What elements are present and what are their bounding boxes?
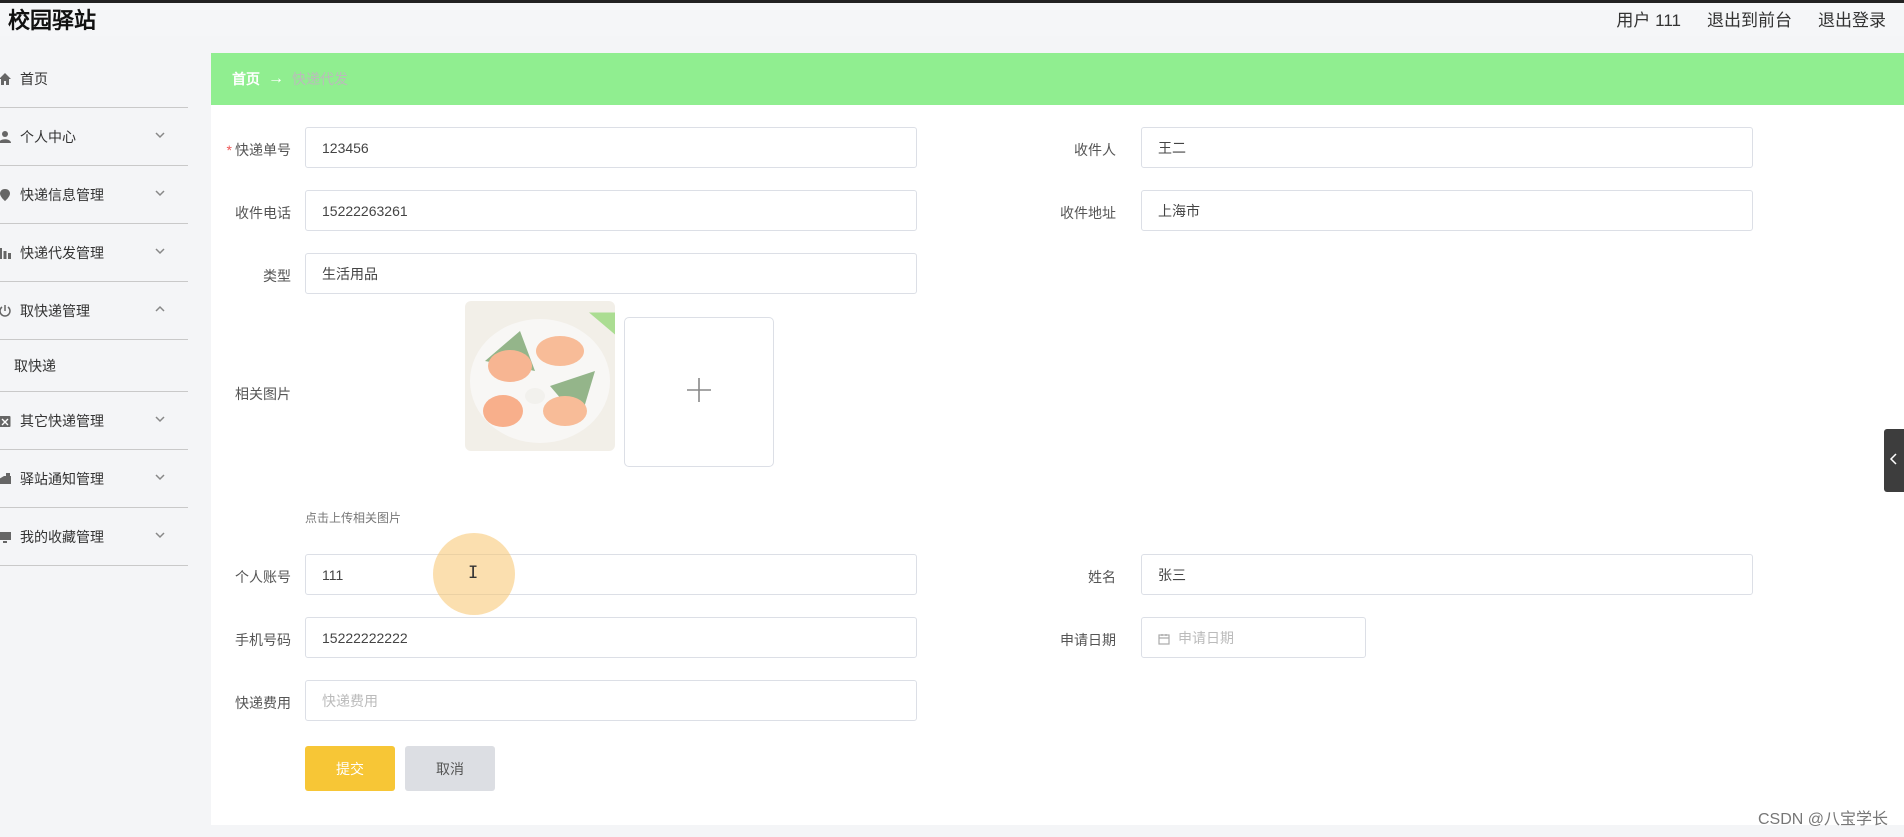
- chevron-down-icon: [154, 128, 166, 140]
- phone-input[interactable]: 15222263261: [305, 190, 917, 231]
- box-icon: [0, 414, 12, 428]
- name-input[interactable]: 张三: [1141, 554, 1753, 595]
- chevron-up-icon: [154, 302, 166, 314]
- sidebar-item-label: 驿站通知管理: [20, 470, 104, 487]
- mobile-input[interactable]: 15222222222: [305, 617, 917, 658]
- sidebar-item-label: 取快递管理: [20, 302, 90, 319]
- back-to-front-link[interactable]: 退出到前台: [1707, 6, 1792, 31]
- text-cursor-icon: I: [468, 563, 479, 583]
- logout-link[interactable]: 退出登录: [1818, 6, 1886, 31]
- type-input[interactable]: 生活用品: [305, 253, 917, 294]
- user-icon: [0, 130, 12, 144]
- image-label: 相关图片: [235, 386, 291, 402]
- tracking-no-label: * 快递单号: [226, 142, 291, 158]
- apply-date-placeholder: 申请日期: [1178, 629, 1234, 646]
- sidebar-item-favorites[interactable]: 我的收藏管理: [0, 508, 188, 566]
- sidebar-item-label: 快递信息管理: [20, 186, 104, 203]
- current-user: 用户 111: [1616, 11, 1681, 30]
- sidebar-item-label: 我的收藏管理: [20, 528, 104, 545]
- name-label: 姓名: [1088, 569, 1116, 585]
- sidebar-item-label: 快递代发管理: [20, 244, 104, 261]
- check-icon: [589, 301, 615, 335]
- chevron-left-icon: [1889, 452, 1899, 470]
- chevron-down-icon: [154, 528, 166, 540]
- main-content: 首页 → 快递代发 * 快递单号 123456 收件人 王二 收件电话 15222…: [211, 53, 1904, 825]
- sidebar-item-home[interactable]: 首页: [0, 50, 188, 108]
- mobile-label: 手机号码: [235, 632, 291, 648]
- address-label: 收件地址: [1060, 205, 1116, 221]
- apply-date-label: 申请日期: [1060, 632, 1116, 648]
- upload-button[interactable]: [624, 317, 774, 467]
- upload-tip: 点击上传相关图片: [305, 511, 402, 525]
- fee-input[interactable]: 快递费用: [305, 680, 917, 721]
- calendar-icon: [1158, 632, 1170, 645]
- monitor-icon: [0, 530, 12, 544]
- tracking-no-input[interactable]: 123456: [305, 127, 917, 168]
- sidebar-subitem-pickup[interactable]: 取快递: [0, 340, 188, 392]
- arrow-right-icon: →: [268, 70, 284, 87]
- required-mark: *: [226, 142, 232, 158]
- sidebar-item-personal-center[interactable]: 个人中心: [0, 108, 188, 166]
- chevron-down-icon: [154, 412, 166, 424]
- home-icon: [0, 72, 12, 86]
- breadcrumb-home[interactable]: 首页: [232, 69, 260, 89]
- sidebar: 首页 个人中心 快递信息管理 快递代发管理 取快递管理 取快递 其它快递管理 驿…: [0, 50, 188, 566]
- chevron-down-icon: [154, 470, 166, 482]
- top-nav: 用户 111 退出到前台 退出登录: [1616, 6, 1886, 31]
- sidebar-item-notice[interactable]: 驿站通知管理: [0, 450, 188, 508]
- bell-icon: [0, 472, 12, 486]
- plus-icon: [685, 376, 713, 409]
- sidebar-item-pickup[interactable]: 取快递管理: [0, 282, 188, 340]
- sidebar-item-express-info[interactable]: 快递信息管理: [0, 166, 188, 224]
- uploaded-image[interactable]: [465, 301, 615, 451]
- chevron-down-icon: [154, 244, 166, 256]
- recipient-input[interactable]: 王二: [1141, 127, 1753, 168]
- sidebar-item-label: 其它快递管理: [20, 412, 104, 429]
- cancel-button[interactable]: 取消: [405, 746, 495, 791]
- recipient-label: 收件人: [1074, 142, 1116, 158]
- watermark: CSDN @八宝学长: [1757, 811, 1888, 828]
- sidebar-item-express-send[interactable]: 快递代发管理: [0, 224, 188, 282]
- chevron-down-icon: [154, 186, 166, 198]
- account-input[interactable]: 111: [305, 554, 917, 595]
- sidebar-item-other-express[interactable]: 其它快递管理: [0, 392, 188, 450]
- sidebar-item-label: 个人中心: [20, 128, 76, 145]
- account-label: 个人账号: [235, 569, 291, 585]
- address-input[interactable]: 上海市: [1141, 190, 1753, 231]
- sidebar-item-label: 首页: [20, 70, 48, 87]
- app-logo: 校园驿站: [8, 8, 97, 33]
- breadcrumb: 首页 → 快递代发: [211, 53, 1904, 105]
- location-icon: [0, 188, 12, 202]
- breadcrumb-current: 快递代发: [292, 71, 348, 87]
- top-bar: 校园驿站 用户 111 退出到前台 退出登录: [0, 0, 1904, 36]
- sidebar-subitem-label: 取快递: [14, 357, 56, 374]
- apply-date-picker[interactable]: 申请日期: [1141, 617, 1366, 658]
- power-icon: [0, 304, 12, 318]
- chart-icon: [0, 246, 12, 260]
- type-label: 类型: [263, 268, 291, 284]
- phone-label: 收件电话: [235, 205, 291, 221]
- fee-label: 快递费用: [235, 695, 291, 711]
- submit-button[interactable]: 提交: [305, 746, 395, 791]
- side-drawer-toggle[interactable]: [1884, 429, 1904, 492]
